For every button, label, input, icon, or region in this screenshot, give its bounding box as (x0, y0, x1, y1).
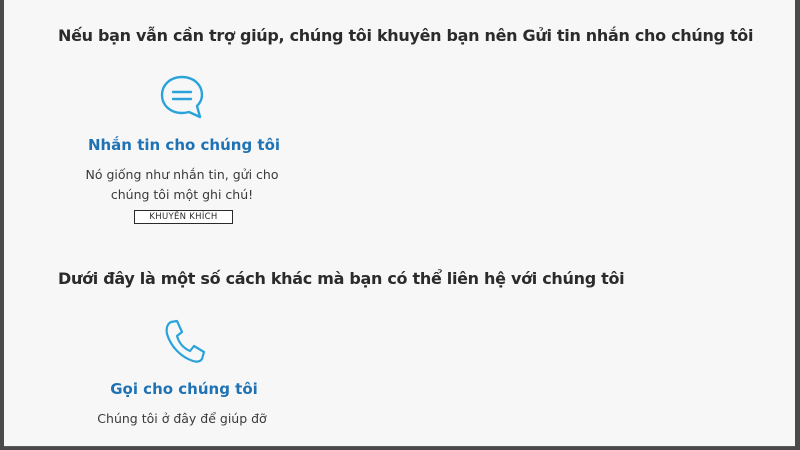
recommended-contact-heading: Nếu bạn vẫn cần trợ giúp, chúng tôi khuy… (58, 26, 754, 45)
call-us-link[interactable]: Gọi cho chúng tôi (54, 380, 314, 398)
other-contacts-heading: Dưới đây là một số cách khác mà bạn có t… (58, 269, 625, 288)
phone-icon[interactable] (162, 318, 206, 364)
message-us-link[interactable]: Nhắn tin cho chúng tôi (54, 136, 314, 154)
call-us-description: Chúng tôi ở đây để giúp đỡ (52, 409, 312, 429)
recommended-badge: KHUYẾN KHÍCH (134, 210, 233, 224)
message-us-description: Nó giống như nhắn tin, gửi cho chúng tôi… (52, 165, 312, 205)
help-page: Nếu bạn vẫn cần trợ giúp, chúng tôi khuy… (4, 0, 795, 447)
description-line: chúng tôi một ghi chú! (110, 187, 254, 202)
description-line: Nó giống như nhắn tin, gửi cho (85, 167, 279, 182)
chat-bubble-icon[interactable] (156, 73, 208, 121)
description-line: Chúng tôi ở đây để giúp đỡ (97, 411, 267, 426)
